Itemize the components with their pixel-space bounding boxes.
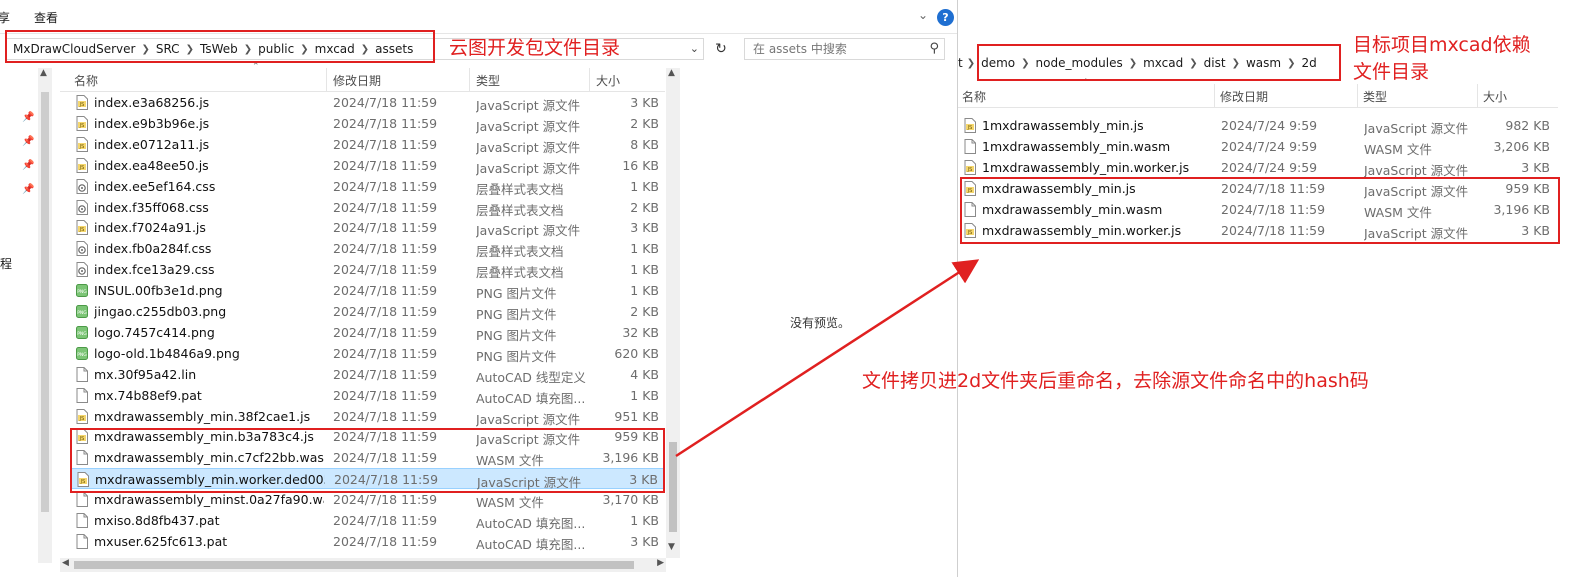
arrow-line [675, 259, 980, 458]
copy-arrow [675, 259, 980, 458]
